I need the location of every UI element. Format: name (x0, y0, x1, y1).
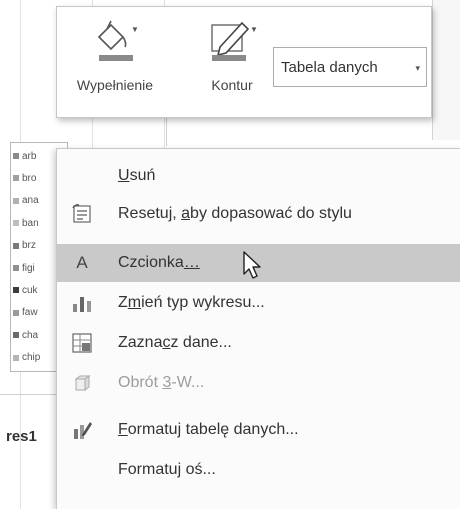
outline-label: Kontur (211, 77, 253, 93)
menu-item[interactable]: Formatuj tabelę danych... (57, 411, 460, 449)
pen-outline-icon: ▼ (202, 19, 262, 63)
menu-item[interactable]: Zmień typ wykresu... (57, 284, 460, 322)
legend-swatch (13, 354, 19, 361)
menu-label-text: Formatu (118, 461, 178, 478)
legend-label: arb (22, 150, 37, 162)
font-icon-glyph: A (76, 253, 88, 272)
sheet-gridline (0, 394, 60, 395)
menu-item[interactable]: Zaznacz dane... (57, 324, 460, 362)
menu-item-label: Formatuj oś... (118, 461, 216, 479)
menu-label-text: ormatuj tabelę danych... (127, 421, 299, 438)
legend-label: brz (22, 240, 36, 252)
mouse-cursor-icon (243, 251, 261, 279)
legend-swatch (13, 287, 19, 294)
menu-accelerator-key: m (127, 294, 142, 311)
select-data-icon (71, 332, 93, 354)
fill-label: Wypełnienie (76, 77, 154, 93)
font-icon: A (71, 252, 93, 274)
legend-swatch (13, 265, 19, 271)
legend-label: figi (22, 262, 35, 274)
sheet-gridline (166, 118, 167, 146)
legend-label: cha (22, 329, 39, 341)
legend-label: chip (22, 352, 41, 364)
dropdown-selected-value: Tabela danych (281, 58, 378, 76)
menu-label-text: z dane... (170, 334, 232, 351)
menu-item-label: Zmień typ wykresu... (118, 294, 265, 312)
legend-label: bro (22, 172, 37, 184)
mini-toolbar: ▼ Wypełnienie ▼ Kontur Tabela danych ▾ (56, 6, 432, 118)
menu-label-text: Obrót (118, 374, 163, 391)
menu-label-text: -W... (171, 374, 205, 391)
menu-item-label: Resetuj, aby dopasować do stylu (118, 205, 352, 223)
legend-swatch (13, 309, 19, 316)
menu-item[interactable]: Resetuj, aby dopasować do stylu (57, 195, 460, 233)
sheet-cell-text: res1 (6, 428, 37, 445)
legend-label: faw (22, 307, 38, 319)
menu-accelerator-key: F (118, 421, 128, 438)
legend-swatch (13, 175, 19, 182)
menu-label-text: Resetuj, (118, 205, 182, 222)
menu-label-text: Zazna (118, 334, 163, 351)
menu-item-label: Usuń (118, 167, 155, 185)
menu-accelerator-key: U (118, 167, 130, 184)
reset-style-icon (71, 203, 93, 225)
menu-item-label: Obrót 3-W... (118, 374, 204, 392)
menu-accelerator-key: a (181, 205, 191, 222)
chevron-down-icon: ▾ (415, 63, 420, 73)
menu-item: Obrót 3-W... (57, 364, 460, 402)
legend-label: ban (22, 217, 39, 229)
legend-swatch (13, 332, 19, 339)
rotation-3d-icon (71, 372, 93, 394)
outline-button[interactable]: ▼ Kontur (197, 19, 267, 109)
menu-item-label: Zaznacz dane... (118, 334, 232, 352)
menu-label-text: ień typ wykresu... (141, 294, 265, 311)
menu-label-text: by dopasować do stylu (190, 205, 352, 222)
menu-item-label: Formatuj tabelę danych... (118, 421, 299, 439)
legend-label: ana (22, 195, 39, 207)
context-menu: Usuń Resetuj, aby dopasować do stylu A Czci… (56, 148, 460, 509)
legend-swatch (13, 197, 19, 204)
menu-label-text: suń (129, 167, 156, 184)
menu-item[interactable]: Formatuj oś... (57, 451, 460, 489)
menu-item[interactable]: Usuń (57, 157, 460, 195)
menu-label-text: oś... (181, 461, 216, 478)
menu-label-text: Z (118, 294, 128, 311)
format-data-table-icon (71, 419, 93, 441)
chart-type-icon (71, 292, 93, 314)
chart-element-dropdown[interactable]: Tabela danych ▾ (273, 47, 427, 87)
menu-item-label: Czcionka… (118, 254, 200, 272)
legend-swatch (13, 153, 19, 159)
legend-label: cuk (22, 284, 38, 296)
paint-bucket-icon: ▼ (85, 19, 145, 63)
legend-swatch (13, 220, 19, 227)
menu-label-text: Czcionka (118, 254, 184, 271)
menu-accelerator-key: … (183, 254, 200, 271)
legend-swatch (13, 242, 19, 249)
fill-button[interactable]: ▼ Wypełnienie (65, 19, 165, 109)
sheet-column-strip (432, 0, 460, 140)
